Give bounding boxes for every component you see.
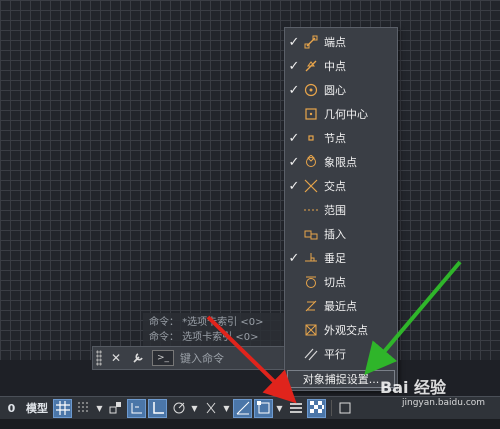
selection-cycling-icon[interactable] [335, 399, 354, 418]
parallel-icon [303, 346, 319, 362]
perpendicular-icon [303, 250, 319, 266]
osnap-label: 节点 [324, 132, 346, 145]
endpoint-icon [303, 34, 319, 50]
osnap-item-geometric-center[interactable]: 几何中心 [285, 102, 397, 126]
check-icon: ✓ [288, 130, 300, 146]
osnap-item-extension[interactable]: 范围 [285, 198, 397, 222]
model-space-button[interactable]: 模型 [23, 399, 51, 418]
polar-tracking-icon[interactable] [169, 399, 188, 418]
osnap-label: 几何中心 [324, 108, 368, 121]
osnap-item-node[interactable]: ✓ 节点 [285, 126, 397, 150]
check-icon: ✓ [288, 58, 300, 74]
object-snap-settings-button[interactable]: 对象捕捉设置... [287, 370, 395, 388]
osnap-dropdown-chevron-icon[interactable]: ▼ [275, 404, 284, 413]
infer-constraints-icon[interactable] [106, 399, 125, 418]
osnap-label: 端点 [324, 36, 346, 49]
isometric-drafting-icon[interactable] [201, 399, 220, 418]
command-prompt-icon[interactable]: >_ [152, 350, 174, 366]
osnap-item-endpoint[interactable]: ✓ 端点 [285, 30, 397, 54]
midpoint-icon [303, 58, 319, 74]
osnap-item-parallel[interactable]: 平行 [285, 342, 397, 366]
apparent-intersection-icon [303, 322, 319, 338]
insertion-icon [303, 226, 319, 242]
extension-icon [303, 202, 319, 218]
command-input[interactable]: 键入命令 [180, 350, 291, 366]
osnap-item-nearest[interactable]: 最近点 [285, 294, 397, 318]
osnap-label: 交点 [324, 180, 346, 193]
dynamic-input-icon[interactable] [127, 398, 146, 418]
osnap-label: 圆心 [324, 84, 346, 97]
status-left-edge: 0 [7, 401, 16, 415]
tangent-icon [303, 274, 319, 290]
osnap-item-midpoint[interactable]: ✓ 中点 [285, 54, 397, 78]
osnap-label: 外观交点 [324, 324, 368, 337]
object-snap-icon[interactable] [254, 398, 273, 418]
close-icon[interactable]: ✕ [108, 350, 124, 366]
check-icon: ✓ [288, 178, 300, 194]
osnap-item-quadrant[interactable]: ✓ 象限点 [285, 150, 397, 174]
osnap-label: 象限点 [324, 156, 357, 169]
check-icon: ✓ [288, 34, 300, 50]
drawing-canvas[interactable] [0, 0, 500, 360]
osnap-label: 最近点 [324, 300, 357, 313]
osnap-item-insertion[interactable]: 插入 [285, 222, 397, 246]
object-snap-menu: ✓ 端点 ✓ 中点 ✓ 圆心 几何中心 ✓ 节点 ✓ 象限点 ✓ 交点 范围 插… [284, 27, 398, 391]
chevron-down-icon[interactable]: ▼ [222, 404, 231, 413]
osnap-label: 切点 [324, 276, 346, 289]
check-icon: ✓ [288, 154, 300, 170]
chevron-down-icon[interactable]: ▼ [190, 404, 199, 413]
osnap-item-tangent[interactable]: 切点 [285, 270, 397, 294]
snap-mode-icon[interactable] [74, 399, 93, 418]
osnap-label: 中点 [324, 60, 346, 73]
history-line: 命令： *选项卡索引 <0> [149, 317, 264, 328]
osnap-label: 范围 [324, 204, 346, 217]
grid-toggle-icon[interactable] [53, 398, 72, 418]
osnap-item-apparent-intersection[interactable]: 外观交点 [285, 318, 397, 342]
lineweight-icon[interactable] [286, 399, 305, 418]
osnap-label: 平行 [324, 348, 346, 361]
osnap-label: 垂足 [324, 252, 346, 265]
nearest-icon [303, 298, 319, 314]
node-icon [303, 130, 319, 146]
watermark: Bai 经验 jingyan.baidu.com [380, 374, 495, 414]
check-icon: ✓ [288, 82, 300, 98]
chevron-down-icon[interactable]: ▼ [95, 404, 104, 413]
history-line: 命令： 选项卡索引 <0> [149, 332, 259, 343]
osnap-item-intersection[interactable]: ✓ 交点 [285, 174, 397, 198]
command-history: 命令： *选项卡索引 <0> 命令： 选项卡索引 <0> [143, 313, 293, 347]
drag-handle[interactable] [96, 350, 102, 366]
ortho-mode-icon[interactable] [148, 398, 167, 418]
quadrant-icon [303, 154, 319, 170]
watermark-main: Bai 经验 [380, 378, 447, 397]
geometric-center-icon [303, 106, 319, 122]
customize-icon[interactable] [130, 350, 146, 366]
object-snap-tracking-icon[interactable] [233, 398, 252, 418]
osnap-item-perpendicular[interactable]: ✓ 垂足 [285, 246, 397, 270]
center-icon [303, 82, 319, 98]
check-icon: ✓ [288, 250, 300, 266]
intersection-icon [303, 178, 319, 194]
taskbar-strip [0, 419, 500, 429]
watermark-sub: jingyan.baidu.com [402, 398, 486, 408]
transparency-icon[interactable] [307, 398, 326, 418]
command-line: ✕ >_ 键入命令 [92, 346, 292, 370]
divider [331, 400, 332, 416]
osnap-item-center[interactable]: ✓ 圆心 [285, 78, 397, 102]
osnap-label: 插入 [324, 228, 346, 241]
